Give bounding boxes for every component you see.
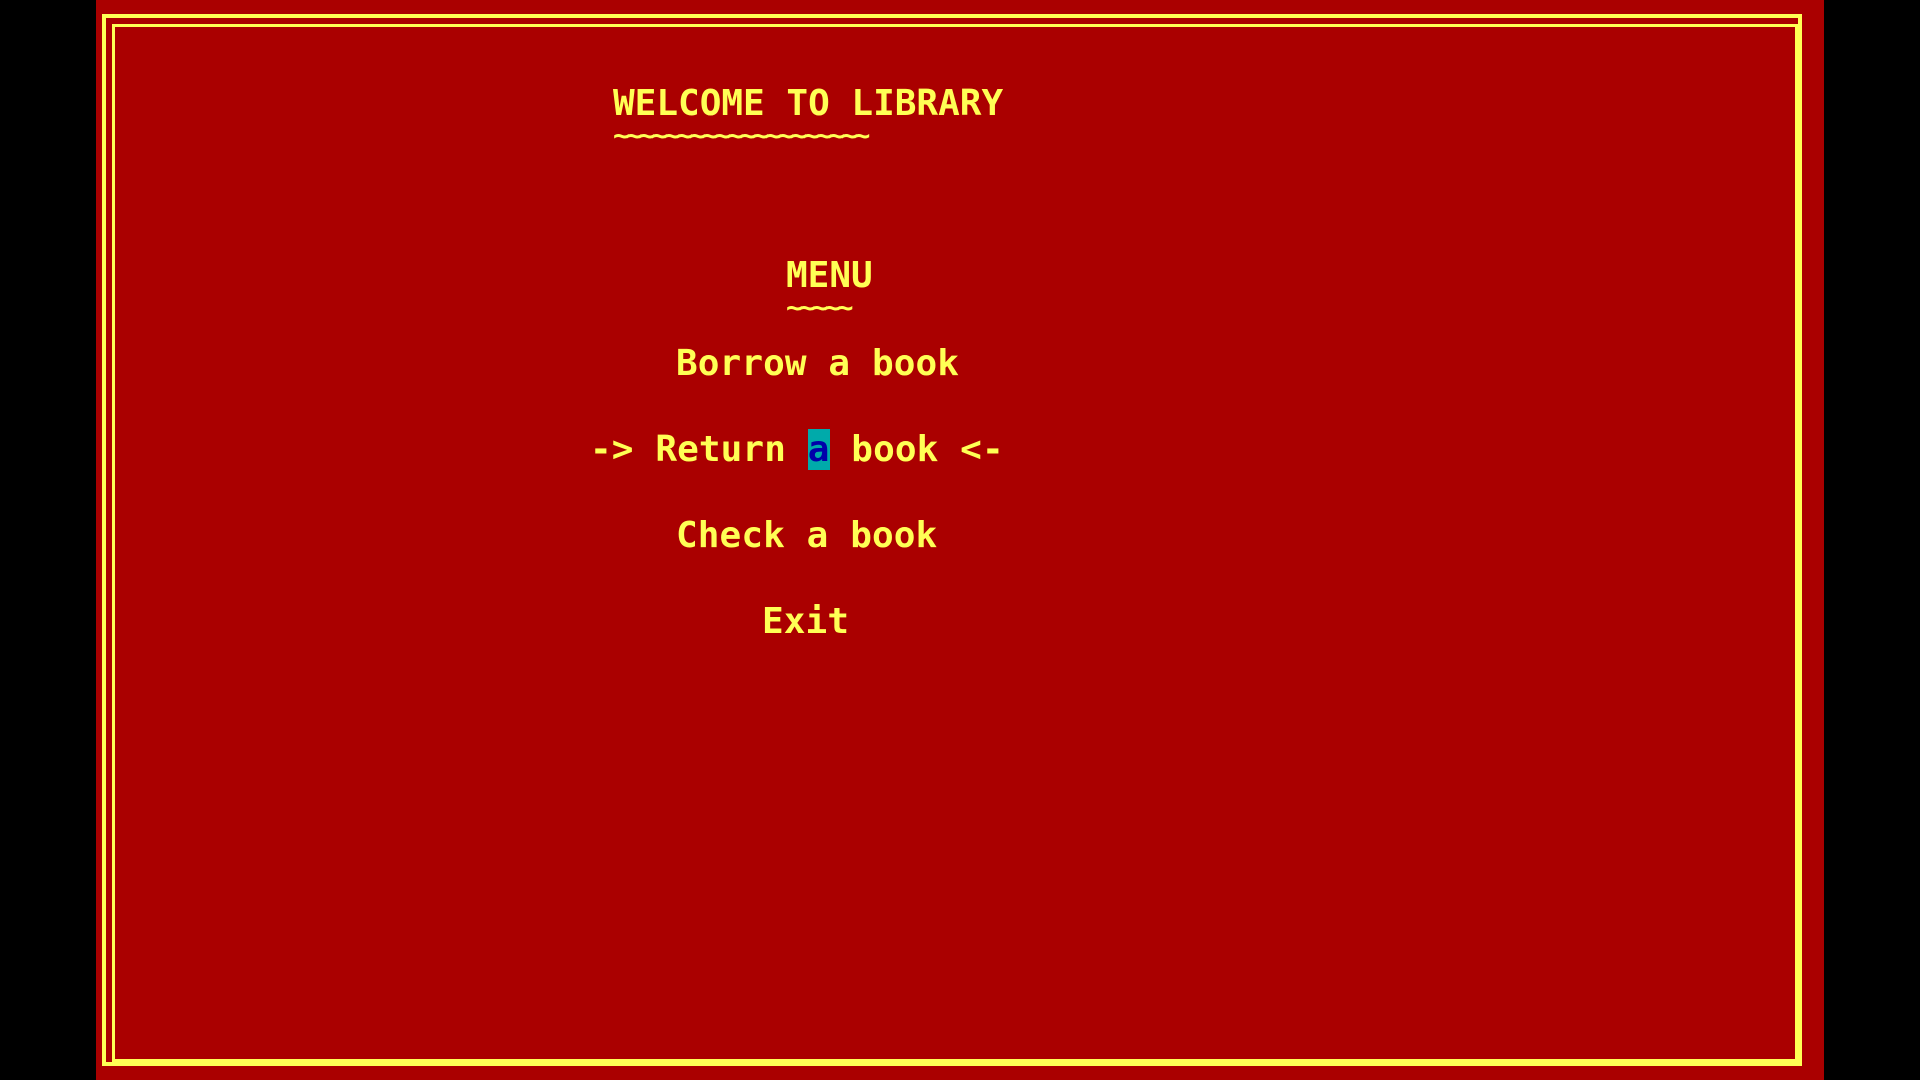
- welcome-title: WELCOME TO LIBRARY: [613, 83, 1004, 124]
- menu-heading-underline: ~~~~~: [786, 291, 854, 324]
- menu-item-borrow[interactable]: Borrow a book: [676, 346, 959, 382]
- dos-screen: WELCOME TO LIBRARY ~~~~~~~~~~~~~~~~~~~~ …: [96, 0, 1824, 1080]
- menu-item-check[interactable]: Check a book: [676, 518, 937, 554]
- menu-item-return-selected[interactable]: -> Return a book <-: [590, 429, 1004, 470]
- selection-prefix: -> Return: [590, 429, 808, 470]
- menu-heading: MENU: [786, 255, 873, 296]
- welcome-title-underline: ~~~~~~~~~~~~~~~~~~~~: [613, 119, 870, 152]
- menu-item-exit[interactable]: Exit: [762, 604, 849, 640]
- selection-suffix: book <-: [829, 429, 1004, 470]
- inner-border: [112, 24, 1798, 1062]
- text-cursor: a: [807, 429, 830, 470]
